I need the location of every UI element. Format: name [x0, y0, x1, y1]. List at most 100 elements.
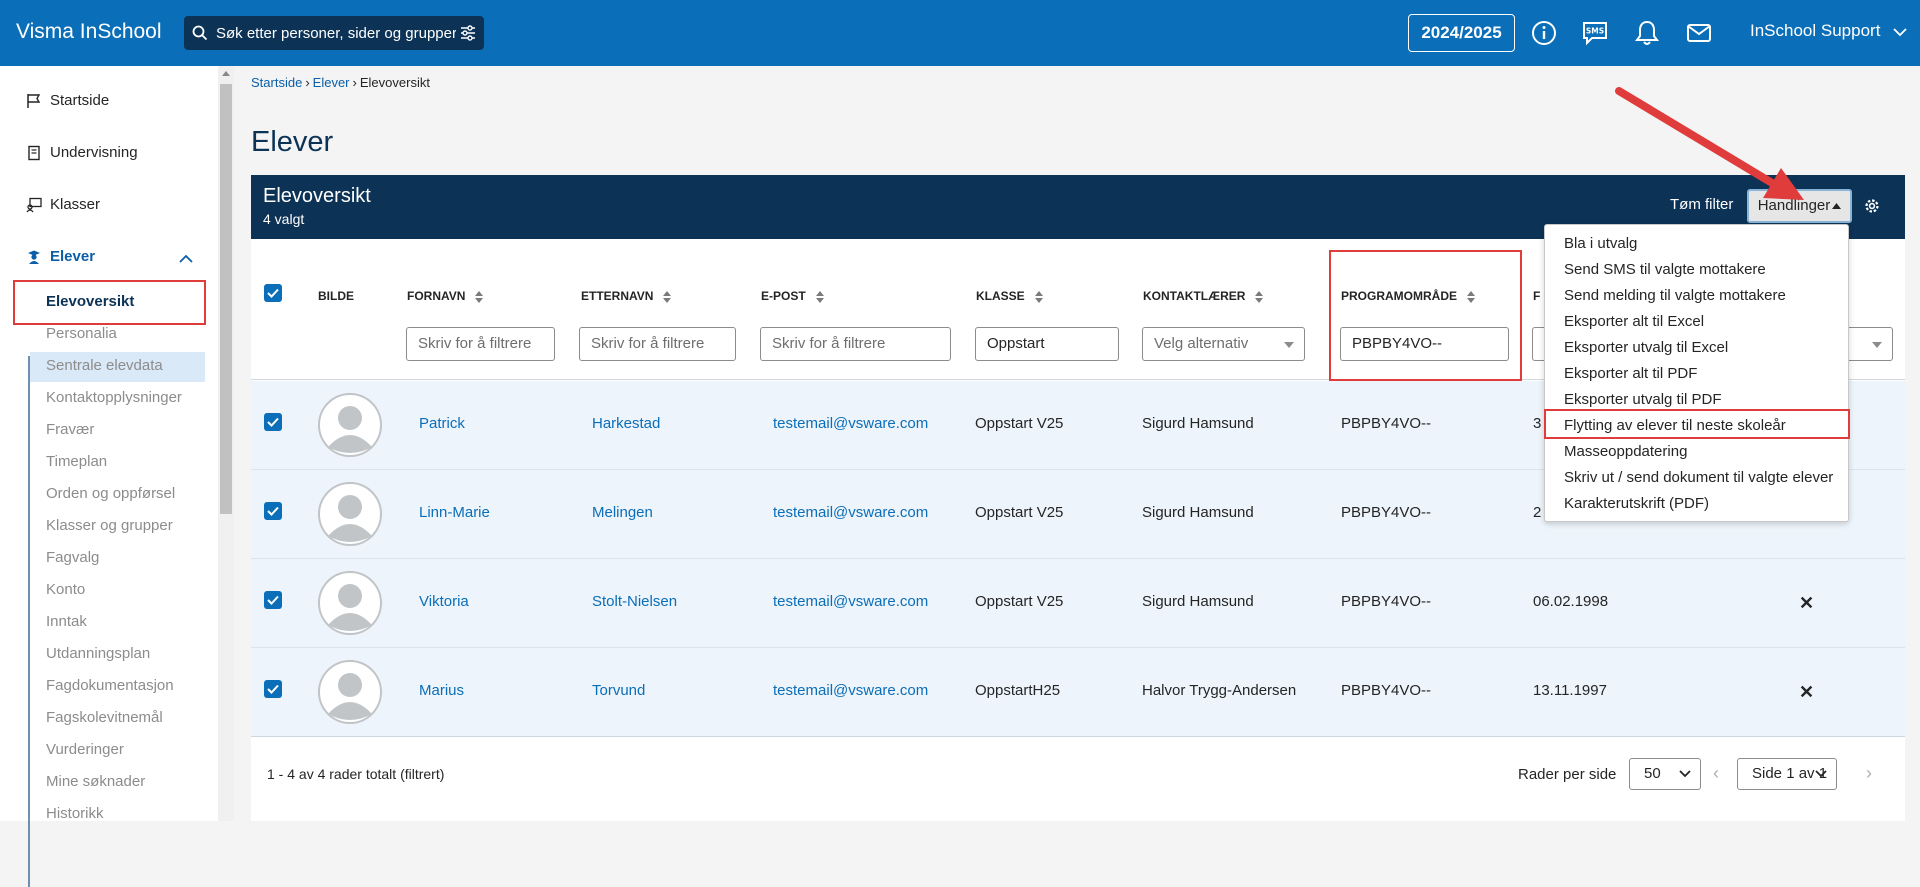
menu-item-masseoppdatering[interactable]: Masseoppdatering — [1564, 443, 1687, 460]
bell-icon[interactable] — [1632, 18, 1662, 48]
menu-item-send-melding[interactable]: Send melding til valgte mottakere — [1564, 287, 1786, 304]
breadcrumb-elever[interactable]: Elever — [313, 75, 350, 90]
cell-epost[interactable]: testemail@vsware.com — [773, 682, 928, 699]
sort-icon[interactable] — [1034, 290, 1043, 303]
chevron-up-icon[interactable] — [179, 254, 193, 264]
row-checkbox[interactable] — [264, 680, 282, 698]
mail-icon[interactable] — [1684, 18, 1714, 48]
filter-select-extra[interactable] — [1847, 327, 1893, 361]
sidebar-scrollbar[interactable] — [218, 66, 234, 821]
cell-fornavn[interactable]: Patrick — [419, 415, 465, 432]
menu-item-karakterutskrift[interactable]: Karakterutskrift (PDF) — [1564, 495, 1709, 512]
rows-per-page-select[interactable]: 50 — [1629, 758, 1701, 790]
sort-icon[interactable] — [663, 290, 672, 303]
filter-input-klasse[interactable]: Oppstart — [975, 327, 1119, 361]
page-select[interactable]: Side 1 av 1 — [1737, 758, 1837, 790]
submenu-item-personalia[interactable]: Personalia — [46, 325, 117, 342]
actions-dropdown-menu: Bla i utvalg Send SMS til valgte mottake… — [1544, 224, 1850, 522]
menu-item-eksporter-alt-pdf[interactable]: Eksporter alt til PDF — [1564, 365, 1697, 382]
cell-etternavn[interactable]: Harkestad — [592, 415, 660, 432]
search-box[interactable]: Søk etter personer, sider og grupper — [184, 16, 484, 50]
menu-item-skriv-ut-dokument[interactable]: Skriv ut / send dokument til valgte elev… — [1564, 469, 1833, 486]
column-header-fornavn[interactable]: FORNAVN — [407, 289, 484, 303]
sort-icon[interactable] — [475, 290, 484, 303]
submenu-item-utdanningsplan[interactable]: Utdanningsplan — [46, 645, 150, 662]
filter-select-value: Velg alternativ — [1154, 335, 1249, 352]
student-icon — [28, 250, 40, 264]
gear-icon[interactable] — [1863, 197, 1881, 215]
submenu-item-fagvalg[interactable]: Fagvalg — [46, 549, 99, 566]
submenu-item-inntak[interactable]: Inntak — [46, 613, 87, 630]
cell-klasse: Oppstart V25 — [975, 504, 1064, 521]
scroll-up-arrow[interactable] — [222, 71, 230, 76]
app-title[interactable]: Visma InSchool — [16, 20, 162, 44]
cell-fornavn[interactable]: Viktoria — [419, 593, 469, 610]
submenu-item-klasser-grupper[interactable]: Klasser og grupper — [46, 517, 173, 534]
submenu-item-sentrale-elevdata[interactable]: Sentrale elevdata — [46, 357, 163, 374]
sidebar-item-label: Startside — [50, 92, 110, 109]
breadcrumb-startside[interactable]: Startside — [251, 75, 302, 90]
cell-etternavn[interactable]: Melingen — [592, 504, 653, 521]
submenu-item-vurderinger[interactable]: Vurderinger — [46, 741, 124, 758]
cell-etternavn[interactable]: Stolt-Nielsen — [592, 593, 677, 610]
cell-fornavn[interactable]: Linn-Marie — [419, 504, 490, 521]
column-header-epost[interactable]: E-POST — [761, 289, 824, 303]
cell-fornavn[interactable]: Marius — [419, 682, 464, 699]
submenu-item-orden[interactable]: Orden og oppførsel — [46, 485, 175, 502]
column-header-kontaktlaerer[interactable]: KONTAKTLÆRER — [1143, 289, 1264, 303]
filter-input-epost[interactable]: Skriv for å filtrere — [760, 327, 951, 361]
column-label: E-POST — [761, 289, 806, 303]
cell-epost[interactable]: testemail@vsware.com — [773, 415, 928, 432]
menu-item-eksporter-utvalg-pdf[interactable]: Eksporter utvalg til PDF — [1564, 391, 1722, 408]
cell-epost[interactable]: testemail@vsware.com — [773, 504, 928, 521]
submenu-item-fagdokumentasjon[interactable]: Fagdokumentasjon — [46, 677, 174, 694]
next-page-button[interactable]: › — [1866, 763, 1872, 784]
menu-item-bla-i-utvalg[interactable]: Bla i utvalg — [1564, 235, 1637, 252]
breadcrumb-current: Elevoversikt — [359, 75, 430, 90]
search-input[interactable]: Søk etter personer, sider og grupper — [216, 25, 456, 42]
highlight-box-elevoversikt — [13, 280, 206, 325]
user-menu[interactable]: InSchool Support — [1750, 21, 1907, 41]
column-header-fodselsdato[interactable]: F — [1533, 289, 1540, 303]
scrollbar-thumb[interactable] — [220, 84, 232, 514]
info-icon[interactable] — [1529, 18, 1559, 48]
submenu-item-historikk[interactable]: Historikk — [46, 805, 104, 822]
submenu-item-mine-soknader[interactable]: Mine søknader — [46, 773, 145, 790]
column-label: KLASSE — [976, 289, 1025, 303]
submenu-item-timeplan[interactable]: Timeplan — [46, 453, 107, 470]
sms-icon[interactable]: SMS — [1580, 18, 1610, 48]
classroom-icon — [26, 197, 42, 213]
menu-item-send-sms[interactable]: Send SMS til valgte mottakere — [1564, 261, 1766, 278]
submenu-item-fravaer[interactable]: Fravær — [46, 421, 94, 438]
sort-icon[interactable] — [1255, 290, 1264, 303]
prev-page-button[interactable]: ‹ — [1713, 763, 1719, 784]
submenu-item-fagskolevitnemal[interactable]: Fagskolevitnemål — [46, 709, 163, 726]
select-all-checkbox[interactable] — [264, 284, 282, 302]
cell-etternavn[interactable]: Torvund — [592, 682, 645, 699]
row-checkbox[interactable] — [264, 413, 282, 431]
filter-select-kontaktlaerer[interactable]: Velg alternativ — [1142, 327, 1305, 361]
menu-item-eksporter-utvalg-excel[interactable]: Eksporter utvalg til Excel — [1564, 339, 1728, 356]
submenu-item-konto[interactable]: Konto — [46, 581, 85, 598]
actions-button[interactable]: Handlinger — [1747, 189, 1852, 223]
column-label: FORNAVN — [407, 289, 466, 303]
cell-fodselsdato: 13.11.1997 — [1533, 682, 1607, 699]
filter-settings-icon[interactable] — [460, 25, 476, 41]
school-year-button[interactable]: 2024/2025 — [1408, 14, 1515, 52]
check-icon — [267, 288, 279, 298]
column-label: ETTERNAVN — [581, 289, 654, 303]
column-header-klasse[interactable]: KLASSE — [976, 289, 1043, 303]
sort-icon[interactable] — [815, 290, 824, 303]
submenu-item-kontaktopplysninger[interactable]: Kontaktopplysninger — [46, 389, 182, 406]
filter-input-etternavn[interactable]: Skriv for å filtrere — [579, 327, 736, 361]
menu-item-eksporter-alt-excel[interactable]: Eksporter alt til Excel — [1564, 313, 1704, 330]
clear-filter-link[interactable]: Tøm filter — [1670, 196, 1733, 213]
table-row[interactable]: Viktoria Stolt-Nielsen testemail@vsware.… — [251, 559, 1905, 648]
column-header-etternavn[interactable]: ETTERNAVN — [581, 289, 672, 303]
table-row[interactable]: Marius Torvund testemail@vsware.com Opps… — [251, 648, 1905, 737]
cell-fodselsdato: 3 — [1533, 415, 1542, 432]
filter-input-fornavn[interactable]: Skriv for å filtrere — [406, 327, 555, 361]
row-checkbox[interactable] — [264, 502, 282, 520]
cell-epost[interactable]: testemail@vsware.com — [773, 593, 928, 610]
row-checkbox[interactable] — [264, 591, 282, 609]
